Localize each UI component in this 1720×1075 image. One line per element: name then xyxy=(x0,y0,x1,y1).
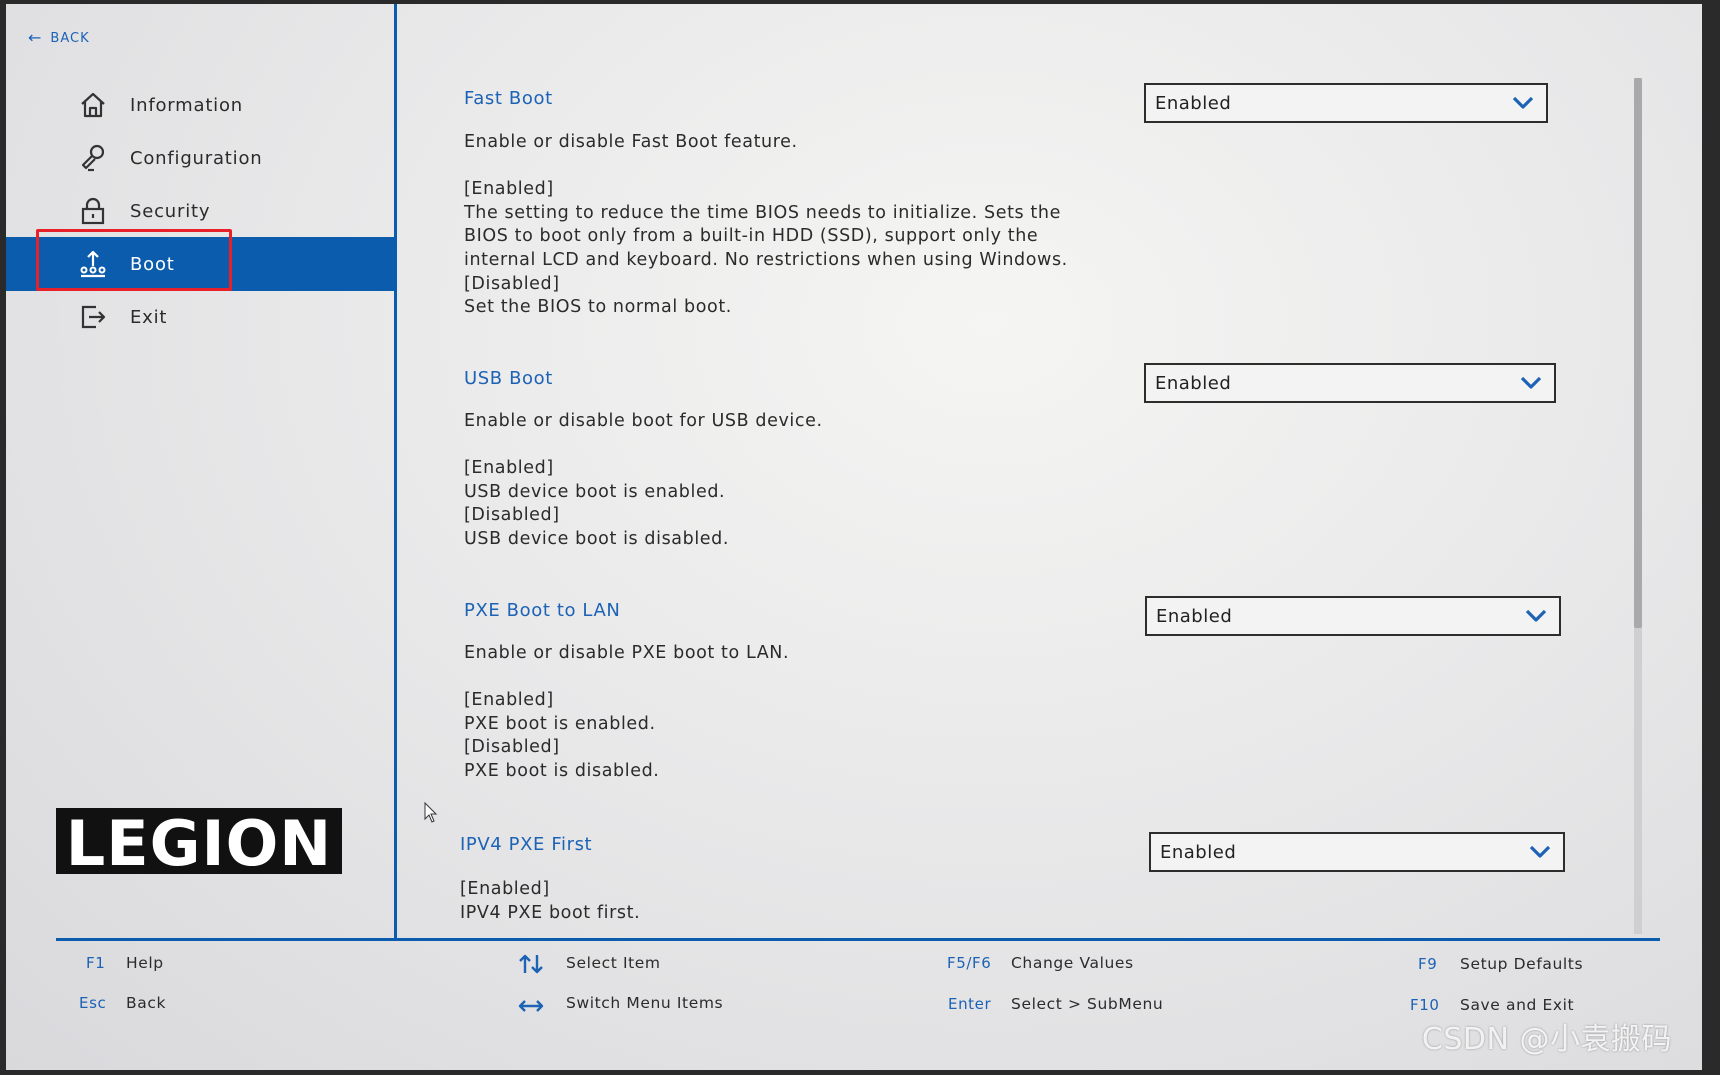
select-submenu-label: Select > SubMenu xyxy=(1011,995,1164,1013)
dropdown-value: Enabled xyxy=(1160,842,1237,863)
select-item-label: Select Item xyxy=(566,954,661,972)
watermark: CSDN @小袁搬码 xyxy=(1421,1022,1672,1057)
lock-icon xyxy=(81,197,105,225)
setting-description: Enable or disable boot for USB device. [… xyxy=(464,411,823,549)
boot-settings-panel: Fast Boot Enable or disable Fast Boot fe… xyxy=(398,4,1648,938)
setting-title: PXE Boot to LAN xyxy=(464,600,621,621)
sidebar-item-label: Security xyxy=(130,200,211,222)
scrollbar[interactable] xyxy=(1634,78,1642,934)
bios-screen: ← BACK Information Configuration Securit… xyxy=(6,4,1702,1070)
mouse-cursor-icon xyxy=(424,802,438,823)
f5-f6-key: F5/F6 xyxy=(947,954,992,972)
setup-defaults-label: Setup Defaults xyxy=(1460,955,1584,973)
sidebar-item-configuration[interactable]: Configuration xyxy=(6,131,394,185)
switch-menu-label: Switch Menu Items xyxy=(566,994,724,1012)
sidebar-item-label: Information xyxy=(130,94,243,116)
enter-key: Enter xyxy=(948,995,992,1013)
setting-description: Enable or disable Fast Boot feature. [En… xyxy=(464,132,1068,318)
exit-icon xyxy=(81,305,106,329)
sidebar-item-exit[interactable]: Exit xyxy=(6,290,394,344)
dropdown-value: Enabled xyxy=(1156,606,1233,627)
back-label: BACK xyxy=(50,30,90,46)
up-down-arrows-icon xyxy=(519,954,543,974)
setting-description: Enable or disable PXE boot to LAN. [Enab… xyxy=(464,643,790,781)
setting-title: IPV4 PXE First xyxy=(460,834,593,855)
chevron-down-icon xyxy=(1529,845,1551,858)
home-icon xyxy=(81,92,105,118)
esc-key: Esc xyxy=(79,994,107,1012)
pxe-boot-dropdown[interactable]: Enabled xyxy=(1145,596,1561,636)
back-hint-label: Back xyxy=(126,994,167,1012)
help-label: Help xyxy=(126,954,164,972)
dropdown-value: Enabled xyxy=(1155,93,1232,114)
sidebar-item-information[interactable]: Information xyxy=(6,78,394,132)
f10-key: F10 xyxy=(1410,996,1440,1014)
footer-divider xyxy=(56,938,1660,941)
fast-boot-dropdown[interactable]: Enabled xyxy=(1144,83,1548,123)
legion-logo: LEGION xyxy=(56,808,342,877)
f1-key: F1 xyxy=(86,954,106,972)
f9-key: F9 xyxy=(1418,955,1438,973)
ipv4-pxe-first-dropdown[interactable]: Enabled xyxy=(1149,832,1565,872)
left-right-arrows-icon xyxy=(518,1000,544,1012)
change-values-label: Change Values xyxy=(1011,954,1134,972)
save-and-exit-label: Save and Exit xyxy=(1460,996,1575,1014)
sidebar: ← BACK Information Configuration Securit… xyxy=(6,4,397,938)
chevron-down-icon xyxy=(1520,376,1542,389)
sidebar-item-label: Configuration xyxy=(130,147,263,169)
back-button[interactable]: ← BACK xyxy=(28,30,90,46)
configuration-icon xyxy=(81,144,105,172)
sidebar-item-label: Exit xyxy=(130,306,168,328)
setting-title: Fast Boot xyxy=(464,88,553,109)
dropdown-value: Enabled xyxy=(1155,373,1232,394)
selection-highlight xyxy=(36,229,232,291)
usb-boot-dropdown[interactable]: Enabled xyxy=(1144,363,1556,403)
setting-description: [Enabled] IPV4 PXE boot first. xyxy=(460,879,641,923)
scrollbar-thumb[interactable] xyxy=(1634,78,1642,628)
chevron-down-icon xyxy=(1512,96,1534,109)
arrow-left-icon: ← xyxy=(28,28,43,47)
chevron-down-icon xyxy=(1525,609,1547,622)
setting-title: USB Boot xyxy=(464,368,553,389)
